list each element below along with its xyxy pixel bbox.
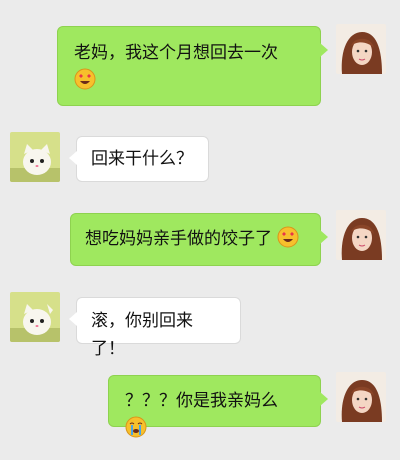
chat-window: 老妈，我这个月想回去一次 回来干什么？ 想吃妈妈亲手做的饺子了 滚，你别回来了！… [0,0,400,460]
self-avatar[interactable] [336,24,386,74]
self-avatar[interactable] [336,210,386,260]
message-bubble-outgoing[interactable]: ？？？你是我亲妈么 [108,375,328,438]
message-text: ？？？你是我亲妈么 [125,391,278,411]
message-bubble-incoming[interactable]: 滚，你别回来了！ [69,297,241,359]
message-text: 回来干什么？ [91,149,193,169]
message-bubble-outgoing[interactable]: 想吃妈妈亲手做的饺子了 [70,213,328,266]
heart-eyes-emoji-icon [74,68,96,90]
crying-emoji-icon [125,416,147,438]
message-bubble-incoming[interactable]: 回来干什么？ [69,136,209,182]
message-text: 想吃妈妈亲手做的饺子了 [85,229,272,249]
contact-avatar[interactable] [10,132,60,182]
heart-eyes-emoji-icon [277,226,299,248]
contact-avatar[interactable] [10,292,60,342]
self-avatar[interactable] [336,372,386,422]
message-bubble-outgoing[interactable]: 老妈，我这个月想回去一次 [57,26,328,106]
message-text: 滚，你别回来了！ [91,311,193,359]
message-text: 老妈，我这个月想回去一次 [74,43,278,63]
